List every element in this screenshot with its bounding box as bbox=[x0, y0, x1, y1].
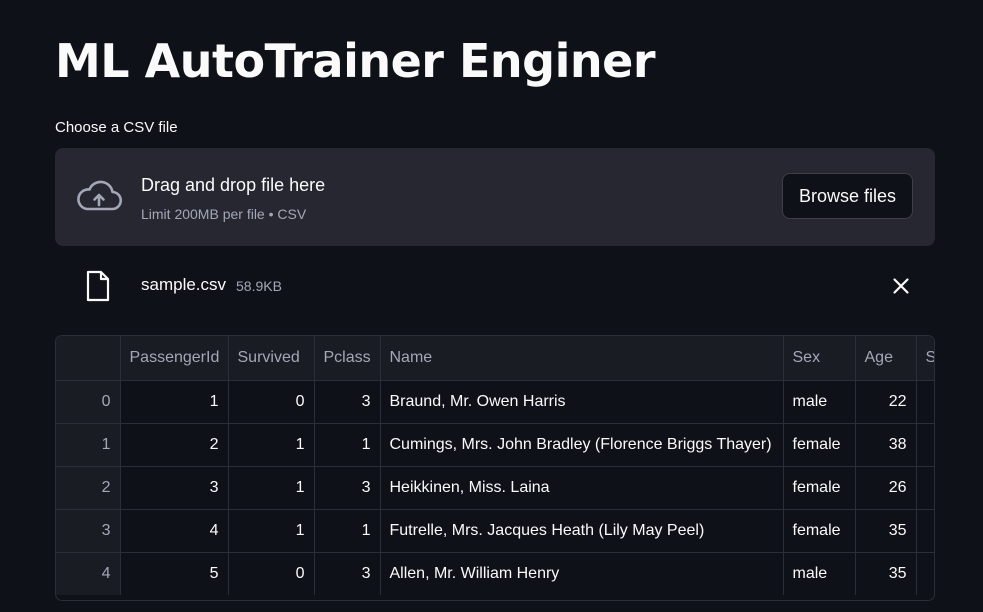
cell-age[interactable]: 35 bbox=[855, 509, 917, 553]
column-header-truncated[interactable]: S bbox=[916, 336, 934, 381]
file-icon bbox=[86, 270, 110, 302]
cell-pclass[interactable]: 3 bbox=[314, 380, 381, 424]
cell-truncated[interactable] bbox=[916, 466, 934, 510]
cell-sex[interactable]: male bbox=[783, 380, 856, 424]
cell-name[interactable]: Allen, Mr. William Henry bbox=[380, 552, 784, 595]
column-header-pclass[interactable]: Pclass bbox=[314, 336, 381, 381]
cell-pclass[interactable]: 1 bbox=[314, 423, 381, 467]
row-index: 0 bbox=[56, 380, 121, 424]
browse-files-button[interactable]: Browse files bbox=[782, 173, 913, 219]
dropzone-limit-text: Limit 200MB per file • CSV bbox=[141, 206, 307, 222]
cell-name[interactable]: Cumings, Mrs. John Bradley (Florence Bri… bbox=[380, 423, 784, 467]
file-dropzone[interactable]: Drag and drop file here Limit 200MB per … bbox=[55, 148, 935, 246]
page-title: ML AutoTrainer Enginer bbox=[55, 34, 656, 88]
table-row: 4 5 0 3 Allen, Mr. William Henry male 35 bbox=[56, 552, 934, 595]
column-header-sex[interactable]: Sex bbox=[783, 336, 856, 381]
cell-pclass[interactable]: 3 bbox=[314, 466, 381, 510]
table-row: 1 2 1 1 Cumings, Mrs. John Bradley (Flor… bbox=[56, 423, 934, 467]
cell-sex[interactable]: female bbox=[783, 466, 856, 510]
row-index: 3 bbox=[56, 509, 121, 553]
cell-age[interactable]: 38 bbox=[855, 423, 917, 467]
dropzone-title: Drag and drop file here bbox=[141, 175, 326, 195]
cell-survived[interactable]: 1 bbox=[228, 509, 315, 553]
table-row: 2 3 1 3 Heikkinen, Miss. Laina female 26 bbox=[56, 466, 934, 510]
cell-age[interactable]: 26 bbox=[855, 466, 917, 510]
table-row: 0 1 0 3 Braund, Mr. Owen Harris male 22 bbox=[56, 380, 934, 424]
cell-sex[interactable]: female bbox=[783, 423, 856, 467]
cloud-upload-icon bbox=[77, 180, 122, 211]
cell-survived[interactable]: 0 bbox=[228, 552, 315, 595]
cell-truncated[interactable] bbox=[916, 552, 934, 595]
cell-age[interactable]: 22 bbox=[855, 380, 917, 424]
table-row: 3 4 1 1 Futrelle, Mrs. Jacques Heath (Li… bbox=[56, 509, 934, 553]
row-index: 2 bbox=[56, 466, 121, 510]
cell-survived[interactable]: 1 bbox=[228, 466, 315, 510]
row-index: 4 bbox=[56, 552, 121, 595]
cell-pclass[interactable]: 1 bbox=[314, 509, 381, 553]
column-header-name[interactable]: Name bbox=[380, 336, 784, 381]
cell-age[interactable]: 35 bbox=[855, 552, 917, 595]
cell-truncated[interactable] bbox=[916, 380, 934, 424]
column-header-survived[interactable]: Survived bbox=[228, 336, 315, 381]
cell-passengerid[interactable]: 2 bbox=[120, 423, 229, 467]
cell-sex[interactable]: male bbox=[783, 552, 856, 595]
column-header-passengerid[interactable]: PassengerId bbox=[120, 336, 229, 381]
cell-pclass[interactable]: 3 bbox=[314, 552, 381, 595]
cell-passengerid[interactable]: 3 bbox=[120, 466, 229, 510]
uploaded-file-size: 58.9KB bbox=[236, 278, 282, 294]
cell-name[interactable]: Braund, Mr. Owen Harris bbox=[380, 380, 784, 424]
column-header-age[interactable]: Age bbox=[855, 336, 917, 381]
row-index: 1 bbox=[56, 423, 121, 467]
cell-truncated[interactable] bbox=[916, 509, 934, 553]
cell-sex[interactable]: female bbox=[783, 509, 856, 553]
file-uploader-label: Choose a CSV file bbox=[55, 119, 178, 136]
table-header-row: PassengerId Survived Pclass Name Sex Age… bbox=[56, 336, 934, 381]
cell-truncated[interactable] bbox=[916, 423, 934, 467]
uploaded-file-name: sample.csv bbox=[141, 275, 227, 294]
uploaded-file-item: sample.csv 58.9KB bbox=[55, 262, 935, 310]
dataframe-table[interactable]: PassengerId Survived Pclass Name Sex Age… bbox=[55, 335, 935, 601]
cell-passengerid[interactable]: 4 bbox=[120, 509, 229, 553]
cell-name[interactable]: Heikkinen, Miss. Laina bbox=[380, 466, 784, 510]
cell-survived[interactable]: 1 bbox=[228, 423, 315, 467]
app-page: ML AutoTrainer Enginer Choose a CSV file… bbox=[0, 0, 983, 612]
cell-passengerid[interactable]: 1 bbox=[120, 380, 229, 424]
cell-name[interactable]: Futrelle, Mrs. Jacques Heath (Lily May P… bbox=[380, 509, 784, 553]
close-icon[interactable] bbox=[889, 274, 913, 298]
cell-passengerid[interactable]: 5 bbox=[120, 552, 229, 595]
cell-survived[interactable]: 0 bbox=[228, 380, 315, 424]
column-header-index bbox=[56, 336, 121, 381]
